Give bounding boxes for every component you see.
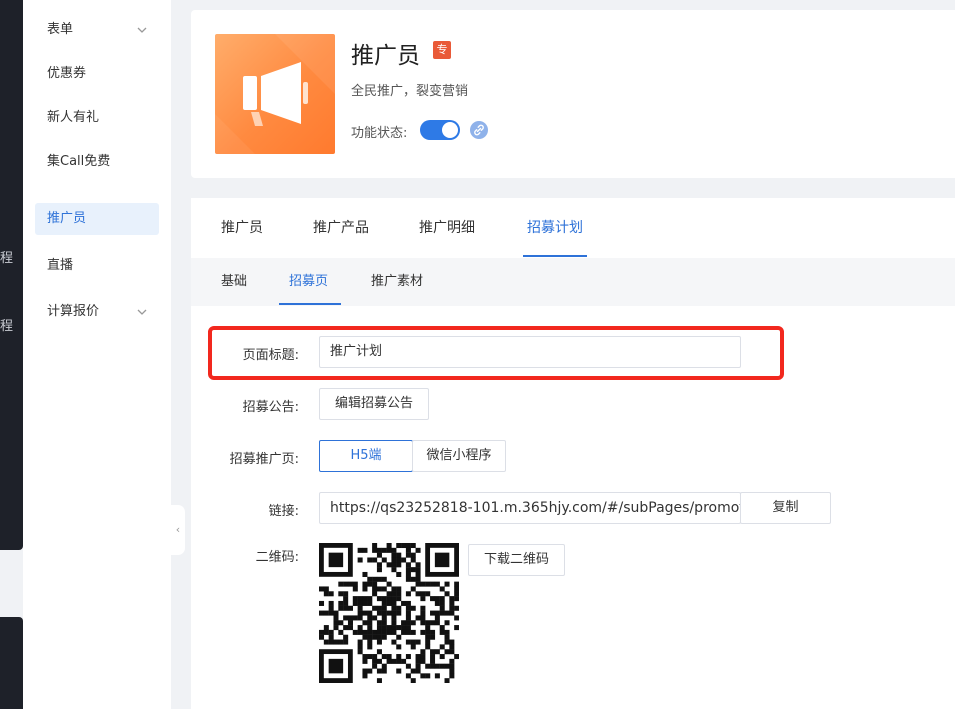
chevron-down-icon [137,296,147,328]
tab-promoter[interactable]: 推广员 [221,198,263,258]
page-title: 推广员 [351,43,420,69]
subtab-basic[interactable]: 基础 [221,258,247,306]
feature-status-toggle[interactable] [420,120,460,140]
notice-label: 招募公告: [242,400,299,415]
sidebar-item-label: 推广员 [47,211,87,226]
secondary-sidebar: 表单 优惠券 新人有礼 集Call免费 推广员 直播 计算报价 [23,0,171,709]
sidebar-item-live[interactable]: 直播 [35,250,159,282]
h5-option-button[interactable]: H5端 [319,440,413,472]
main-nav-rail-bottom [0,617,23,709]
download-qr-button[interactable]: 下载二维码 [468,544,565,576]
mini-program-option-button[interactable]: 微信小程序 [412,440,506,472]
tab-promoted-products[interactable]: 推广产品 [313,198,369,258]
main-nav-rail [0,0,23,550]
sidebar-collapse-button[interactable]: ‹ [171,505,185,555]
link-icon[interactable] [470,121,488,139]
toggle-knob [442,122,458,138]
subtab-bar: 基础 招募页 推广素材 [191,258,955,306]
promo-page-label: 招募推广页: [229,452,299,467]
copy-link-button[interactable]: 复制 [740,492,831,524]
sidebar-item-newcomer-gift[interactable]: 新人有礼 [35,102,159,134]
chevron-down-icon [137,14,147,46]
subtab-promo-materials[interactable]: 推广素材 [371,258,423,306]
sidebar-item-coupons[interactable]: 优惠券 [35,58,159,90]
qr-code-label: 二维码: [255,550,299,565]
main-content-card: 推广员 推广产品 推广明细 招募计划 基础 招募页 推广素材 [191,198,955,709]
subtab-recruitment-page[interactable]: 招募页 [289,258,328,306]
link-label: 链接: [268,504,299,519]
sidebar-item-label: 直播 [47,258,74,273]
sidebar-item-label: 表单 [47,22,74,37]
megaphone-logo-icon [215,34,335,154]
tab-recruitment-plan[interactable]: 招募计划 [527,198,583,258]
chevron-left-icon: ‹ [175,523,181,536]
sidebar-item-label: 优惠券 [47,66,87,81]
highlight-annotation [208,326,784,380]
sidebar-item-label: 新人有礼 [47,110,100,125]
feature-status-label: 功能状态: [351,126,408,141]
rail-item-label[interactable]: 程 [0,247,14,266]
app-description: 全民推广，裂变营销 [351,84,469,99]
sidebar-item-form[interactable]: 表单 [35,14,159,46]
sidebar-item-label: 计算报价 [47,304,100,319]
sidebar-item-quote-calculator[interactable]: 计算报价 [35,296,159,328]
active-subtab-indicator [279,303,341,305]
app-header-card: 推广员 专 全民推广，裂变营销 功能状态: [191,10,955,178]
link-input[interactable]: https://qs23252818-101.m.365hjy.com/#/su… [319,492,741,524]
pro-badge: 专 [433,41,451,59]
sidebar-item-label: 集Call免费 [47,154,111,169]
edit-notice-button[interactable]: 编辑招募公告 [319,388,429,420]
active-tab-indicator [523,255,587,257]
sidebar-item-promoter[interactable]: 推广员 [35,203,159,235]
rail-item-label[interactable]: 程 [0,315,14,334]
qr-code-image [319,543,460,684]
tab-promotion-details[interactable]: 推广明细 [419,198,475,258]
sidebar-item-call-free[interactable]: 集Call免费 [35,146,159,178]
